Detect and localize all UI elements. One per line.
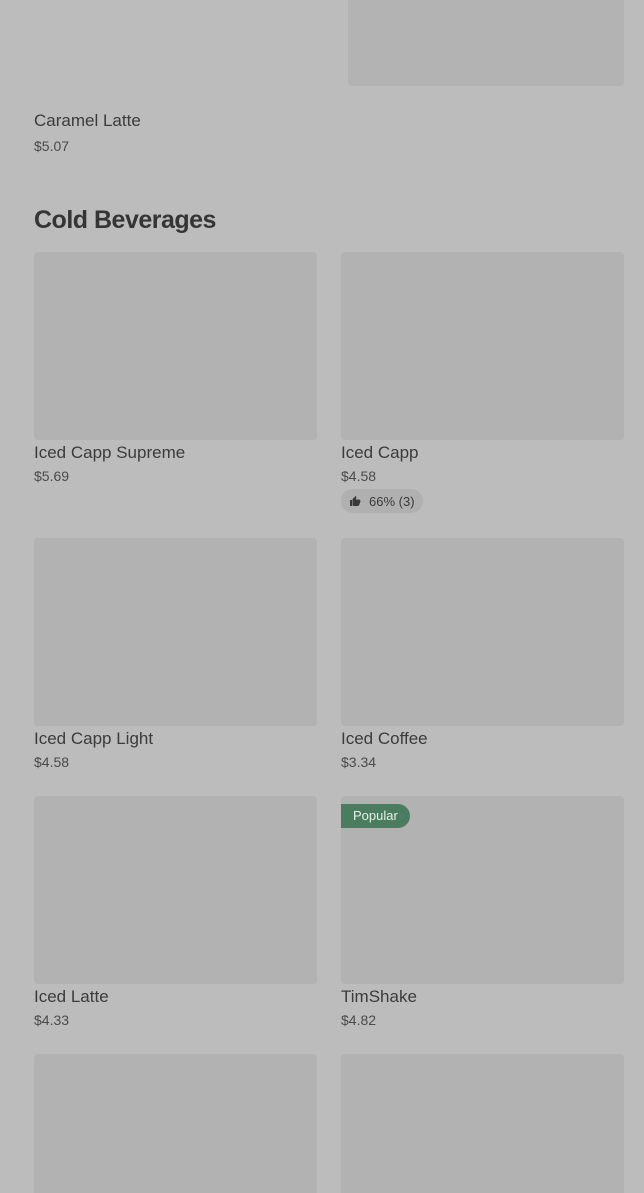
menu-item-name: Iced Capp Supreme xyxy=(34,443,186,462)
menu-item-image[interactable] xyxy=(341,252,624,440)
menu-item-price: $5.69 xyxy=(34,468,70,484)
section-title: Cold Beverages xyxy=(34,206,216,234)
rating-badge: 66% (3) xyxy=(341,489,423,513)
menu-item-price: $4.82 xyxy=(341,1012,377,1028)
previous-item-name[interactable]: Caramel Latte xyxy=(34,111,141,131)
menu-item-image[interactable] xyxy=(341,1054,624,1193)
menu-item-image[interactable] xyxy=(34,796,317,984)
menu-item-name: Iced Coffee xyxy=(341,729,428,748)
thumbs-up-icon xyxy=(350,496,361,506)
menu-item-price: $3.34 xyxy=(341,754,377,770)
menu-item-image[interactable] xyxy=(34,252,317,440)
menu-item-name: Iced Capp xyxy=(341,443,419,462)
menu-item-name: Iced Latte xyxy=(34,987,109,1006)
menu-item-image[interactable] xyxy=(34,1054,317,1193)
menu-item-name: Iced Capp Light xyxy=(34,729,154,748)
previous-item-price: $5.07 xyxy=(34,138,70,154)
popular-badge: Popular xyxy=(341,804,410,828)
menu-item-price: $4.58 xyxy=(34,754,70,770)
menu-item-price: $4.58 xyxy=(341,468,377,484)
menu-item-name: TimShake xyxy=(341,987,417,1006)
menu-item-image[interactable] xyxy=(34,538,317,726)
rating-text: 66% (3) xyxy=(369,493,415,509)
menu-item-image[interactable] xyxy=(341,538,624,726)
menu-item-price: $4.33 xyxy=(34,1012,70,1028)
previous-item-image[interactable] xyxy=(348,0,624,86)
